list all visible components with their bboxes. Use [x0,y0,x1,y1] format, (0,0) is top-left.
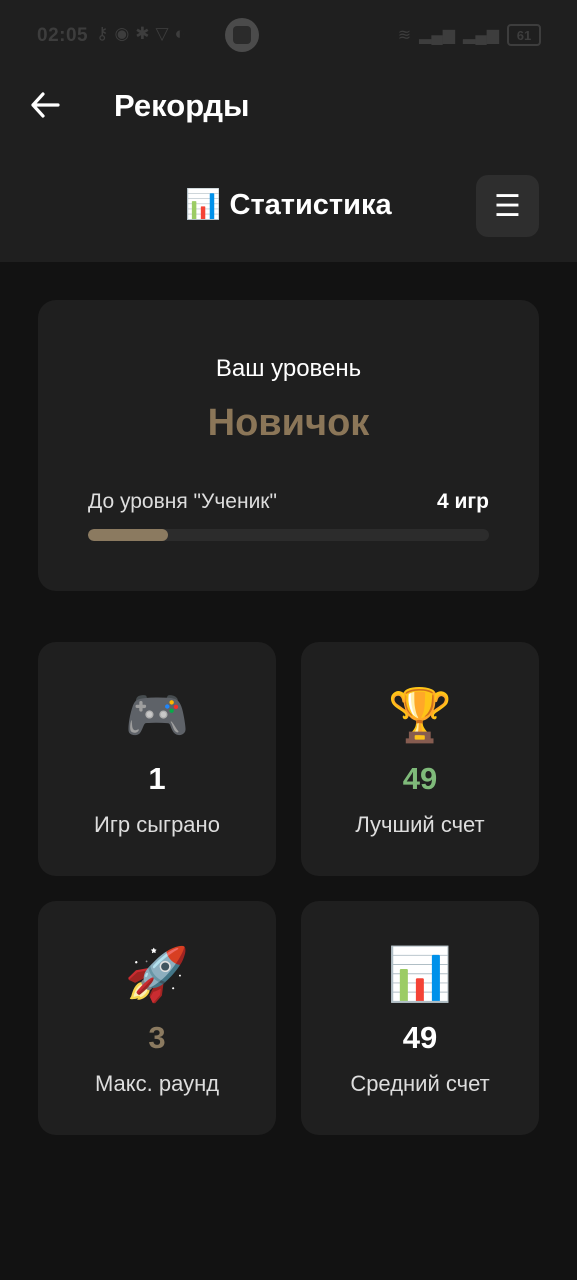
menu-button[interactable]: ☰ [476,175,539,237]
level-progress-fill [88,529,169,541]
sync-icon: ◐ [174,24,185,43]
battery-icon: 61 [507,24,541,46]
page-title: Рекорды [114,88,250,123]
status-icons: ⚷ ◉ ✱ ▽ ◐ [96,24,185,44]
level-progress-bar [88,529,489,541]
stat-value: 49 [402,761,438,796]
level-card: Ваш уровень Новичок До уровня "Ученик" 4… [38,300,539,591]
stat-value: 49 [402,1020,438,1055]
vpn-icon: ▽ [155,24,169,43]
bar-chart-icon: 📊 [387,946,453,1004]
rocket-icon: 🚀 [124,946,190,1004]
stat-card-max-round: 🚀 3 Макс. раунд [38,901,276,1135]
stat-label: Игр сыграно [94,812,220,837]
bluetooth-icon: ✱ [135,24,150,43]
signal-icon: ▂▄▆ [419,27,456,44]
status-bar: 02:05 ⚷ ◉ ✱ ▽ ◐ ≋ ▂▄▆ ▂▄▆ 61 [0,0,577,72]
next-level-text: До уровня "Ученик" [88,490,277,513]
stat-label: Лучший счет [355,812,485,837]
level-label: Ваш уровень [215,355,362,382]
stat-value: 3 [148,1020,166,1055]
bar-chart-icon: 📊 [185,189,222,221]
back-button[interactable] [26,86,64,124]
key-icon: ⚷ [96,24,109,43]
stat-label: Средний счет [350,1071,490,1096]
stat-value: 1 [148,761,166,796]
signal-2-icon: ▂▄▆ [463,27,499,44]
section-title-text: Статистика [229,189,392,221]
wifi-icon: ≋ [397,27,412,44]
gamepad-icon: 🎮 [124,687,190,745]
stat-card-best-score: 🏆 49 Лучший счет [301,642,539,876]
hamburger-icon: ☰ [494,189,521,223]
level-name: Новичок [207,402,370,444]
status-time: 02:05 [37,25,89,46]
eye-icon: ◉ [114,24,130,43]
stat-label: Макс. раунд [94,1071,220,1096]
stat-card-average-score: 📊 49 Средний счет [301,901,539,1135]
trophy-icon: 🏆 [387,687,453,745]
games-remaining: 4 игр [437,490,489,513]
stat-card-games-played: 🎮 1 Игр сыграно [38,642,276,876]
arrow-left-icon [31,92,60,118]
status-right-icons: ≋ ▂▄▆ ▂▄▆ 61 [398,24,541,46]
notification-icon [225,18,259,52]
